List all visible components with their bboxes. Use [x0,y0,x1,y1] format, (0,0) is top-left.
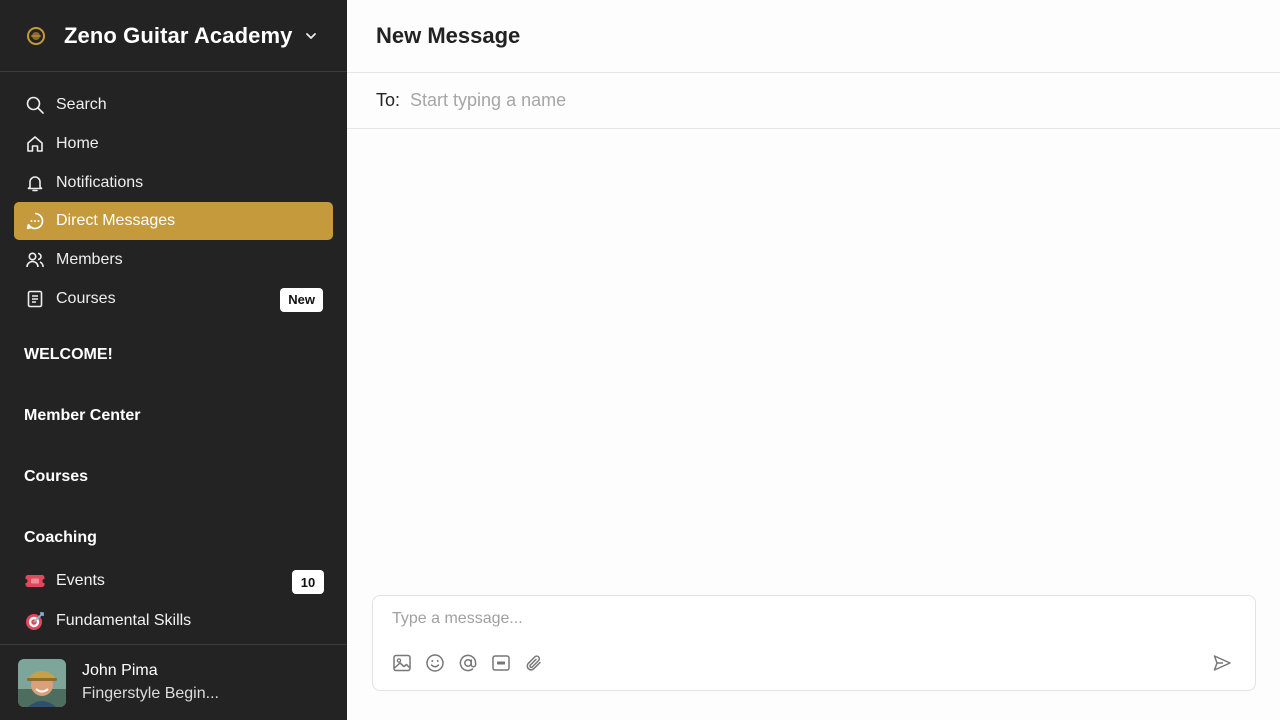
image-icon[interactable] [391,652,413,674]
message-input[interactable] [392,610,1092,628]
nav-item-search[interactable]: Search [14,86,333,124]
attachment-icon[interactable] [523,652,545,674]
bell-icon [24,172,46,194]
nav-item-notifications[interactable]: Notifications [14,164,333,202]
nav-item-label: Members [56,251,123,269]
gif-icon[interactable] [490,652,512,674]
nav-item-label: Courses [56,289,116,307]
nav-item-courses[interactable]: Courses New [14,280,333,318]
nav-item-label: Home [56,134,99,152]
main-nav: Search Home Notifications Direct Message… [14,86,333,319]
events-count-badge: 10 [292,570,324,594]
section-coaching[interactable]: Coaching [24,529,97,547]
message-panel: New Message To: [347,0,1280,720]
nav-item-home[interactable]: Home [14,125,333,163]
section-welcome[interactable]: WELCOME! [24,346,113,364]
workspace-switcher[interactable]: Zeno Guitar Academy [0,0,347,72]
ticket-icon [24,570,46,592]
composer-toolbar [391,652,556,674]
search-icon [24,94,46,116]
message-header: New Message [347,0,1280,73]
section-member-center[interactable]: Member Center [24,407,140,425]
chevron-down-icon[interactable] [304,28,320,44]
nav-item-label: Direct Messages [56,212,176,230]
members-icon [24,249,46,271]
nav-item-members[interactable]: Members [14,241,333,279]
home-icon [24,133,46,155]
target-icon [24,610,46,632]
recipient-input[interactable] [410,90,911,111]
profile-subtitle: Fingerstyle Begin... [82,685,219,702]
section-courses[interactable]: Courses [24,468,88,486]
profile-name: John Pima [82,662,158,679]
mention-icon[interactable] [457,652,479,674]
space-item-events[interactable]: Events 10 [24,566,324,596]
chat-icon [24,210,46,232]
space-item-label: Fundamental Skills [56,612,192,629]
courses-icon [24,288,46,310]
academy-logo-icon [24,24,48,48]
page-title: New Message [376,23,521,48]
space-item-label: Events [56,572,105,589]
send-icon[interactable] [1211,652,1233,674]
nav-item-label: Notifications [56,173,144,191]
user-profile[interactable]: John Pima Fingerstyle Begin... [0,644,347,720]
emoji-icon[interactable] [424,652,446,674]
to-label: To: [376,90,401,110]
nav-item-direct-messages[interactable]: Direct Messages [14,202,333,241]
avatar[interactable] [18,658,66,707]
new-badge: New [280,287,323,312]
workspace-name: Zeno Guitar Academy [64,22,293,48]
sidebar: Zeno Guitar Academy Search Home Notifica… [0,0,347,720]
recipient-row: To: [347,73,1280,129]
space-item-fundamental-skills[interactable]: Fundamental Skills [24,606,324,636]
message-composer [372,595,1256,691]
nav-item-label: Search [56,96,107,113]
